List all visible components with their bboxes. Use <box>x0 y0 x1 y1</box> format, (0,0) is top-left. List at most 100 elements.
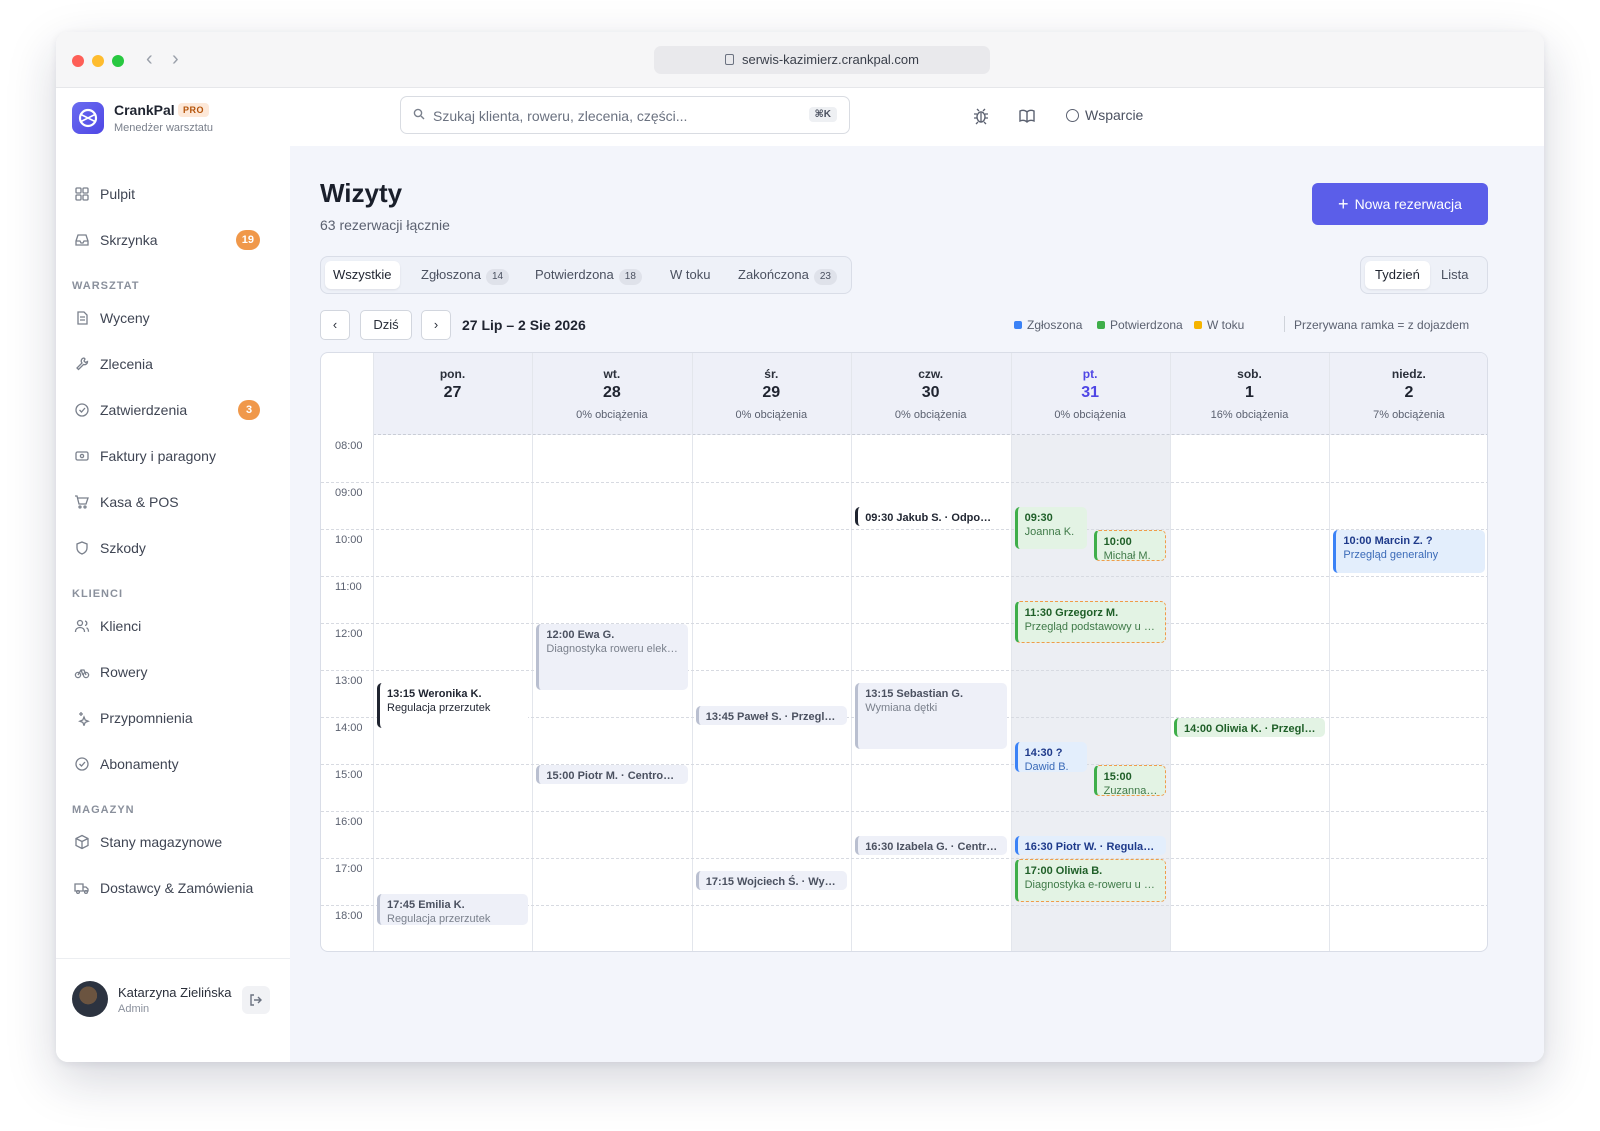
sidebar-item-dostawcy-zamówienia[interactable]: Dostawcy & Zamówienia <box>72 872 260 904</box>
truck-icon <box>74 880 90 896</box>
check-circle-icon <box>74 756 90 772</box>
day-column-divider <box>532 353 534 951</box>
hour-gridline <box>321 811 1487 812</box>
sidebar-item-kasa-pos[interactable]: Kasa & POS <box>72 486 260 518</box>
bug-icon[interactable] <box>972 107 990 125</box>
next-week-button[interactable]: › <box>421 310 451 340</box>
sidebar-item-label: Kasa & POS <box>100 494 179 510</box>
appointment[interactable]: 17:00 Oliwia B. Diagnostyka e-roweru u kl… <box>1014 859 1166 902</box>
appointment-title: 11:30 Grzegorz M. <box>1024 606 1119 619</box>
filter-tab-w-toku[interactable]: W toku <box>662 261 718 289</box>
appointment[interactable]: 10:00 Michał M. <box>1093 530 1166 561</box>
appointment-title: 17:15 Wojciech Ś. · Wymi... <box>705 875 841 888</box>
appointment[interactable]: 16:30 Piotr W. · Regulacj... <box>1014 835 1166 855</box>
filter-tab-wszystkie[interactable]: Wszystkie <box>325 261 400 289</box>
appointment[interactable]: 09:30 Jakub S. · Odpowie... <box>855 506 1007 526</box>
appointment[interactable]: 15:00 Zuzanna G. <box>1093 765 1166 796</box>
appointment-title: 17:45 Emilia K. <box>387 899 465 912</box>
appointment-title: 16:30 Piotr W. · Regulacj... <box>1024 840 1159 853</box>
book-icon[interactable] <box>1018 107 1036 125</box>
sidebar-item-faktury-i-paragony[interactable]: Faktury i paragony <box>72 440 260 472</box>
close-window-button[interactable] <box>72 55 84 67</box>
sidebar-item-stany-magazynowe[interactable]: Stany magazynowe <box>72 826 260 858</box>
appointment[interactable]: 13:15 Sebastian G. Wymiana dętki <box>855 682 1007 749</box>
sidebar-item-przypomnienia[interactable]: Przypomnienia <box>72 702 260 734</box>
appointment[interactable]: 14:30 ? Dawid B. <box>1014 741 1087 773</box>
day-header[interactable]: sob. 1 16% obciążenia <box>1170 353 1329 435</box>
sidebar-item-skrzynka[interactable]: Skrzynka 19 <box>72 224 260 256</box>
appointment[interactable]: 17:45 Emilia K. Regulacja przerzutek <box>377 894 529 926</box>
sidebar-item-zatwierdzenia[interactable]: Zatwierdzenia 3 <box>72 394 260 426</box>
filter-tab-label: Wszystkie <box>333 267 392 282</box>
hour-label: 18:00 <box>335 910 363 922</box>
day-number: 1 <box>1245 384 1254 401</box>
view-tab-week[interactable]: Tydzień <box>1365 261 1430 289</box>
legend-label: Potwierdzona <box>1110 318 1183 332</box>
previous-week-button[interactable]: ‹ <box>320 310 350 340</box>
day-load: 0% obciążenia <box>1054 409 1126 421</box>
main-content: Wizyty 63 rezerwacji łącznie + Nowa rezer… <box>290 146 1544 1062</box>
hour-gridline <box>321 764 1487 765</box>
sidebar-item-klienci[interactable]: Klienci <box>72 610 260 642</box>
day-header[interactable]: niedz. 2 7% obciążenia <box>1329 353 1487 435</box>
page-subtitle: 63 rezerwacji łącznie <box>320 217 450 233</box>
day-header[interactable]: czw. 30 0% obciążenia <box>851 353 1010 435</box>
sidebar-item-pulpit[interactable]: Pulpit <box>72 178 260 210</box>
sidebar-item-label: Pulpit <box>100 186 136 202</box>
new-reservation-button[interactable]: + Nowa rezerwacja <box>1312 183 1488 225</box>
today-button[interactable]: Dziś <box>360 310 412 340</box>
brand-logo-icon <box>72 102 104 134</box>
sidebar-item-label: Wyceny <box>100 310 150 326</box>
search-input[interactable] <box>433 105 793 127</box>
maximize-window-button[interactable] <box>112 55 124 67</box>
sidebar-item-zlecenia[interactable]: Zlecenia <box>72 348 260 380</box>
day-header[interactable]: pon. 27 <box>373 353 532 435</box>
sidebar-item-abonamenty[interactable]: Abonamenty <box>72 748 260 780</box>
calendar-day-headers: pon. 27 wt. 28 0% obciążenia śr. 29 0% obciążen… <box>373 353 1487 435</box>
appointment-title: 09:30 <box>1024 511 1053 524</box>
url-text: serwis-kazimierz.crankpal.com <box>742 52 919 67</box>
day-header[interactable]: wt. 28 0% obciążenia <box>532 353 691 435</box>
appointment[interactable]: 15:00 Piotr M. · Centrowa... <box>536 765 688 785</box>
brand[interactable]: CrankPal PRO Menedżer warsztatu <box>72 102 282 142</box>
filter-tab-potwierdzona[interactable]: Potwierdzona 18 <box>527 261 650 289</box>
global-search[interactable]: ⌘K <box>400 96 850 134</box>
user-role: Admin <box>118 1003 150 1015</box>
appointment[interactable]: 13:15 Weronika K. Regulacja przerzutek <box>377 682 529 728</box>
back-arrow-icon[interactable]: ‹ <box>146 48 153 70</box>
sidebar-section-title: MAGAZYN <box>72 804 135 816</box>
filter-tab-zakończona[interactable]: Zakończona 23 <box>730 261 845 289</box>
week-calendar: pon. 27 wt. 28 0% obciążenia śr. 29 0% obciążen… <box>320 352 1488 952</box>
day-header[interactable]: śr. 29 0% obciążenia <box>692 353 851 435</box>
logout-button[interactable] <box>242 986 270 1014</box>
appointment-service: Diagnostyka roweru elektr... <box>546 643 681 655</box>
forward-arrow-icon[interactable]: › <box>172 48 179 70</box>
sidebar-item-rowery[interactable]: Rowery <box>72 656 260 688</box>
appointment[interactable]: 09:30 Joanna K. <box>1014 506 1087 550</box>
appointment[interactable]: 16:30 Izabela G. · Centro... <box>855 835 1007 855</box>
day-number: 30 <box>921 384 940 401</box>
appointment-title: 17:00 Oliwia B. <box>1024 865 1103 877</box>
filter-tab-zgłoszona[interactable]: Zgłoszona 14 <box>413 261 517 289</box>
address-bar[interactable]: serwis-kazimierz.crankpal.com <box>654 46 990 74</box>
sidebar-item-szkody[interactable]: Szkody <box>72 532 260 564</box>
appointment[interactable]: 17:15 Wojciech Ś. · Wymi... <box>695 870 848 890</box>
appointment[interactable]: 12:00 Ewa G. Diagnostyka roweru elektr... <box>536 624 688 691</box>
appointment[interactable]: 11:30 Grzegorz M. Przegląd podstawowy u k… <box>1014 600 1166 644</box>
filter-tab-count: 23 <box>813 269 837 285</box>
avatar[interactable] <box>72 981 108 1017</box>
minimize-window-button[interactable] <box>92 55 104 67</box>
appointment[interactable]: 13:45 Paweł S. · Przegląd... <box>695 706 848 726</box>
support-link[interactable]: Wsparcie <box>1066 107 1143 123</box>
sidebar: CrankPal PRO Menedżer warsztatu Pulpit Sk… <box>56 88 290 1062</box>
day-header[interactable]: pt. 31 0% obciążenia <box>1011 353 1170 435</box>
legend-item: Zgłoszona <box>1014 318 1082 332</box>
appointment[interactable]: 10:00 Marcin Z. ? Przegląd generalny <box>1333 530 1485 573</box>
sidebar-item-wyceny[interactable]: Wyceny <box>72 302 260 334</box>
view-tab-list[interactable]: Lista <box>1431 261 1478 289</box>
hour-label: 12:00 <box>335 628 363 640</box>
day-number: 27 <box>443 384 462 401</box>
appointment[interactable]: 14:00 Oliwia K. · Przeglą... <box>1174 718 1326 738</box>
brand-name: CrankPal <box>114 102 175 118</box>
user-profile: Katarzyna Zielińska Admin <box>56 958 290 1062</box>
